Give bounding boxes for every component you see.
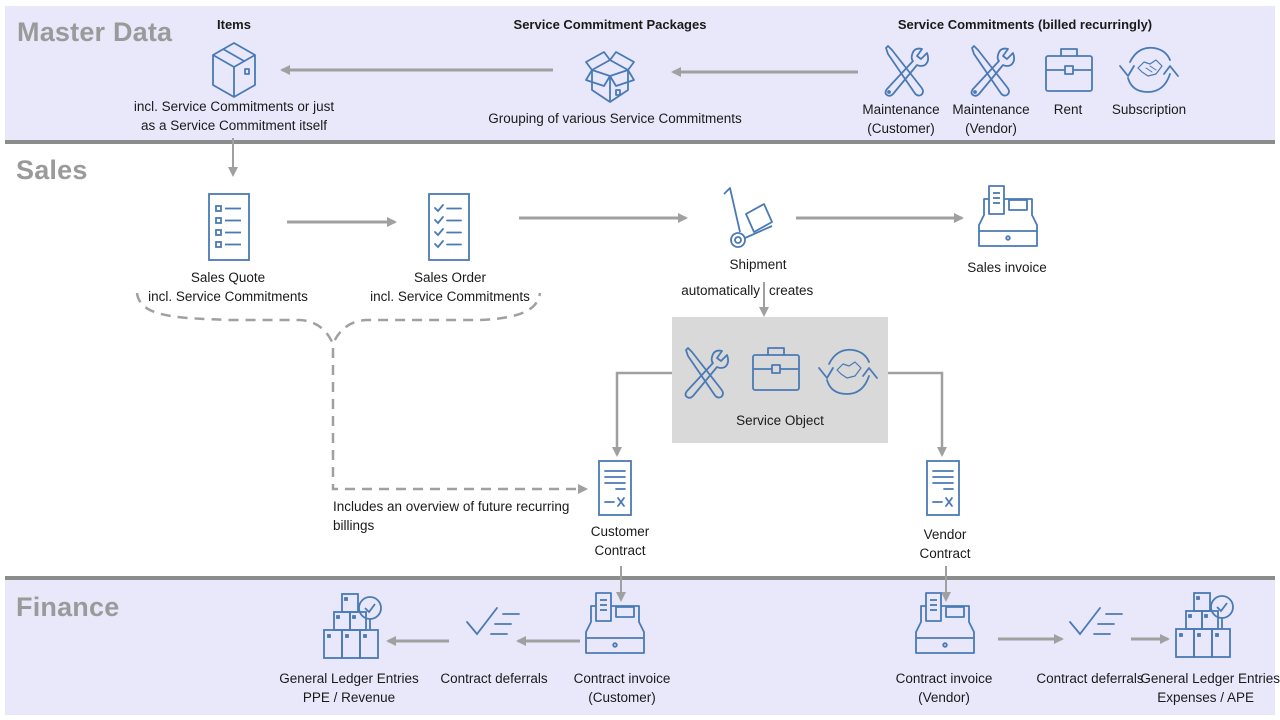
briefcase-icon [752,345,800,391]
packages-caption: Grouping of various Service Commitments [488,111,742,126]
closed-box-icon[interactable] [211,41,257,99]
ledger-boxes-icon [1174,591,1236,659]
vendor-contract-label: Vendor [923,527,967,542]
items-caption-line2: as a Service Commitment itself [140,118,328,133]
shipment-note-left: automatically [681,283,760,298]
handshake-cycle-icon [1118,44,1180,96]
commitment-label-line1: Maintenance [952,102,1030,117]
customer-contract-label: Customer [590,524,650,539]
commitments-header: Service Commitments (billed recurringly) [897,17,1153,32]
checked-list-icon [428,193,470,261]
tools-icon [969,45,1016,97]
sales-quote-sublabel: incl. Service Commitments [148,289,308,304]
commitment-label-line1: Subscription [1111,102,1187,117]
tools-icon [883,45,930,97]
contract-invoice-vendor-sublabel: (Vendor) [918,690,970,705]
gl-entries-customer-sublabel: PPE / Revenue [302,690,396,705]
checklist-icon [208,193,250,261]
tools-icon [683,345,730,401]
contract-invoice-customer-sublabel: (Customer) [588,690,656,705]
deferrals-check-icon [465,606,521,640]
contract-icon [598,460,632,516]
arrow-service-object-to-vendor-contract [888,371,947,457]
sales-invoice-label: Sales invoice [967,260,1047,275]
open-box-icon[interactable] [584,44,636,104]
cash-register-icon [585,592,645,654]
commitment-label-line2: (Customer) [867,121,935,136]
shipment-note-right: creates [769,283,814,298]
commitment-label-line1: Maintenance [862,102,940,117]
items-caption-line1: incl. Service Commitments or just [133,99,335,114]
overview-note-line1: Includes an overview of future recurring [333,499,570,514]
contract-invoice-vendor-label: Contract invoice [895,671,993,686]
items-header: Items [217,17,251,32]
cash-register-icon [915,592,975,654]
contract-icon [926,460,960,516]
cash-register-icon [978,185,1038,247]
gl-entries-vendor-label: General Ledger Entries [1140,671,1280,686]
packages-header: Service Commitment Packages [513,17,707,32]
service-object-label: Service Object [736,413,824,428]
commitment-label-line2: (Vendor) [965,121,1017,136]
sales-order-sublabel: incl. Service Commitments [370,289,530,304]
sales-order-label: Sales Order [413,270,487,285]
contract-deferrals-customer-label: Contract deferrals [440,671,548,686]
ledger-boxes-icon [322,592,384,660]
dashed-arrow-to-customer-contract [331,348,588,494]
customer-contract-sublabel: Contract [594,543,646,558]
contract-invoice-customer-label: Contract invoice [573,671,671,686]
contract-deferrals-vendor-label: Contract deferrals [1036,671,1144,686]
briefcase-icon [1045,46,1093,92]
gl-entries-vendor-sublabel: Expenses / APE [1157,690,1254,705]
sales-quote-label: Sales Quote [190,270,266,285]
shipment-label: Shipment [729,257,787,272]
deferrals-check-icon [1068,606,1124,640]
overview-note-line2: billings [333,518,375,533]
commitment-label-line1: Rent [1053,102,1083,117]
vendor-contract-sublabel: Contract [919,546,971,561]
gl-entries-customer-label: General Ledger Entries [279,671,419,686]
arrow-service-object-to-customer-contract [612,371,672,457]
hand-truck-icon [722,186,774,250]
handshake-cycle-icon [817,346,879,398]
